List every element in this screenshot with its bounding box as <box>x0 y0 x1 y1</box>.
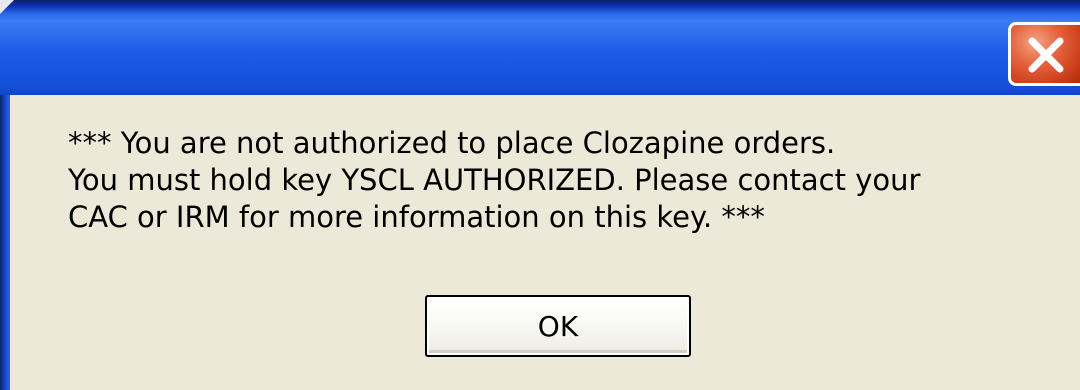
message-line-3: CAC or IRM for more information on this … <box>68 200 765 234</box>
ok-button[interactable]: OK <box>425 295 691 357</box>
close-icon <box>1028 37 1064 73</box>
close-button[interactable] <box>1008 22 1080 86</box>
dialog-body: *** You are not authorized to place Cloz… <box>10 95 1080 390</box>
alert-dialog: *** You are not authorized to place Cloz… <box>0 0 1080 390</box>
dialog-frame-left <box>0 95 10 390</box>
dialog-message: *** You are not authorized to place Cloz… <box>68 125 1078 236</box>
dialog-titlebar[interactable] <box>0 0 1080 95</box>
message-line-2: You must hold key YSCL AUTHORIZED. Pleas… <box>68 163 921 197</box>
message-line-1: *** You are not authorized to place Cloz… <box>68 126 836 160</box>
